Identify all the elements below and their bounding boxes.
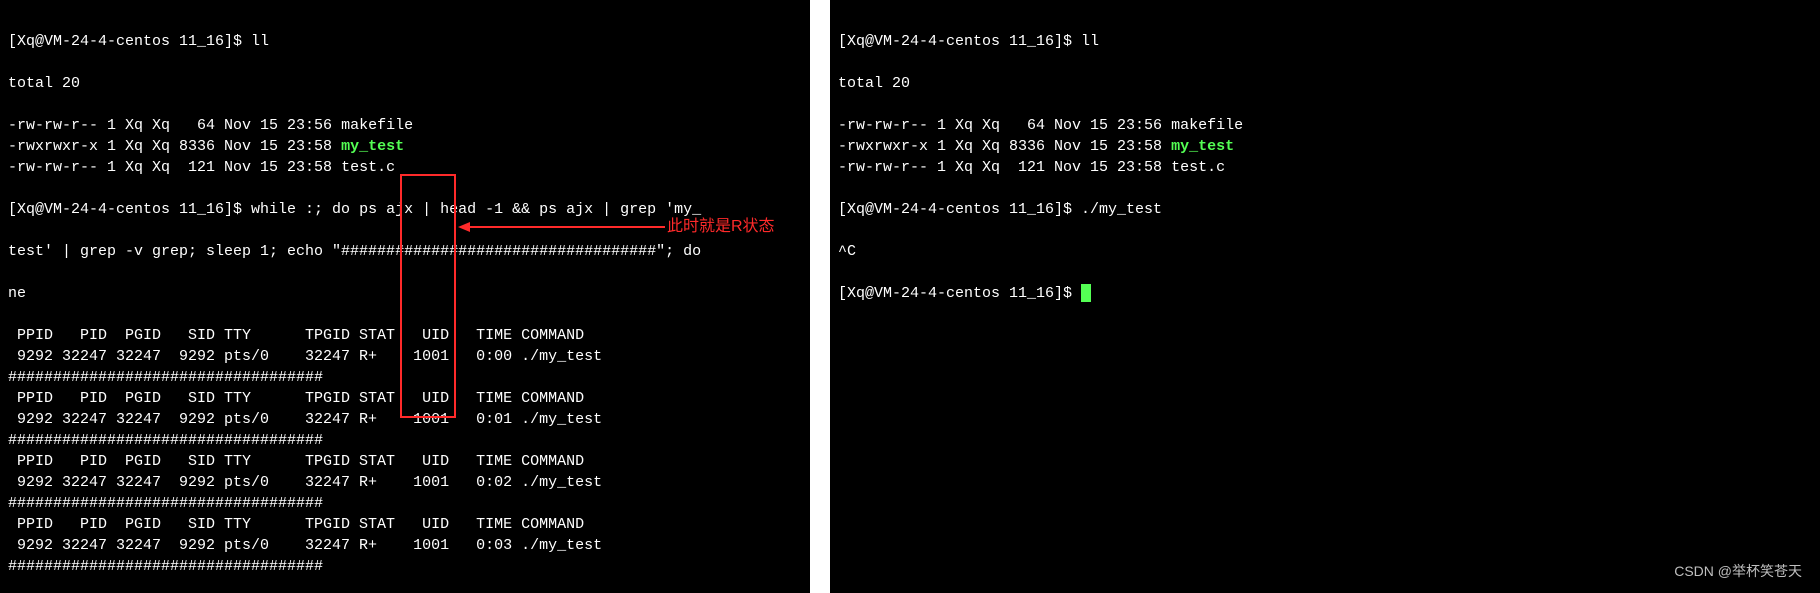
ps-row: 9292 32247 32247 9292 pts/0 32247 R+ 100… bbox=[8, 409, 802, 430]
terminal-right[interactable]: [Xq@VM-24-4-centos 11_16]$ ll total 20 -… bbox=[830, 0, 1820, 593]
line: total 20 bbox=[8, 73, 802, 94]
file-row: -rw-rw-r-- 1 Xq Xq 64 Nov 15 23:56 makef… bbox=[8, 115, 802, 136]
file-row: -rwxrwxr-x 1 Xq Xq 8336 Nov 15 23:58 my_… bbox=[838, 136, 1812, 157]
line: total 20 bbox=[838, 73, 1812, 94]
line: [Xq@VM-24-4-centos 11_16]$ ./my_test bbox=[838, 199, 1812, 220]
ps-header: PPID PID PGID SID TTY TPGID STAT UID TIM… bbox=[8, 388, 802, 409]
line: ne bbox=[8, 283, 802, 304]
terminal-left[interactable]: [Xq@VM-24-4-centos 11_16]$ ll total 20 -… bbox=[0, 0, 810, 593]
ps-header: PPID PID PGID SID TTY TPGID STAT UID TIM… bbox=[8, 451, 802, 472]
line: [Xq@VM-24-4-centos 11_16]$ ll bbox=[8, 31, 802, 52]
line: [Xq@VM-24-4-centos 11_16]$ bbox=[838, 283, 1812, 304]
cursor bbox=[1081, 284, 1091, 302]
line: [Xq@VM-24-4-centos 11_16]$ ll bbox=[838, 31, 1812, 52]
line: test' | grep -v grep; sleep 1; echo "###… bbox=[8, 241, 802, 262]
file-row: -rwxrwxr-x 1 Xq Xq 8336 Nov 15 23:58 my_… bbox=[8, 136, 802, 157]
annotation-label: 此时就是R状态 bbox=[667, 216, 775, 238]
ps-row: 9292 32247 32247 9292 pts/0 32247 R+ 100… bbox=[8, 535, 802, 556]
annotation-arrow bbox=[470, 226, 665, 228]
separator: ################################### bbox=[8, 367, 802, 388]
separator: ################################### bbox=[8, 493, 802, 514]
ps-row: 9292 32247 32247 9292 pts/0 32247 R+ 100… bbox=[8, 346, 802, 367]
file-row: -rw-rw-r-- 1 Xq Xq 64 Nov 15 23:56 makef… bbox=[838, 115, 1812, 136]
ps-row: 9292 32247 32247 9292 pts/0 32247 R+ 100… bbox=[8, 472, 802, 493]
watermark: CSDN @举杯笑苍天 bbox=[1674, 561, 1802, 581]
annotation-arrow-head bbox=[458, 222, 470, 232]
separator: ################################### bbox=[8, 556, 802, 577]
line: ^C bbox=[838, 241, 1812, 262]
divider bbox=[810, 0, 830, 593]
separator: ################################### bbox=[8, 430, 802, 451]
ps-header: PPID PID PGID SID TTY TPGID STAT UID TIM… bbox=[8, 514, 802, 535]
file-row: -rw-rw-r-- 1 Xq Xq 121 Nov 15 23:58 test… bbox=[838, 157, 1812, 178]
ps-header: PPID PID PGID SID TTY TPGID STAT UID TIM… bbox=[8, 325, 802, 346]
file-row: -rw-rw-r-- 1 Xq Xq 121 Nov 15 23:58 test… bbox=[8, 157, 802, 178]
